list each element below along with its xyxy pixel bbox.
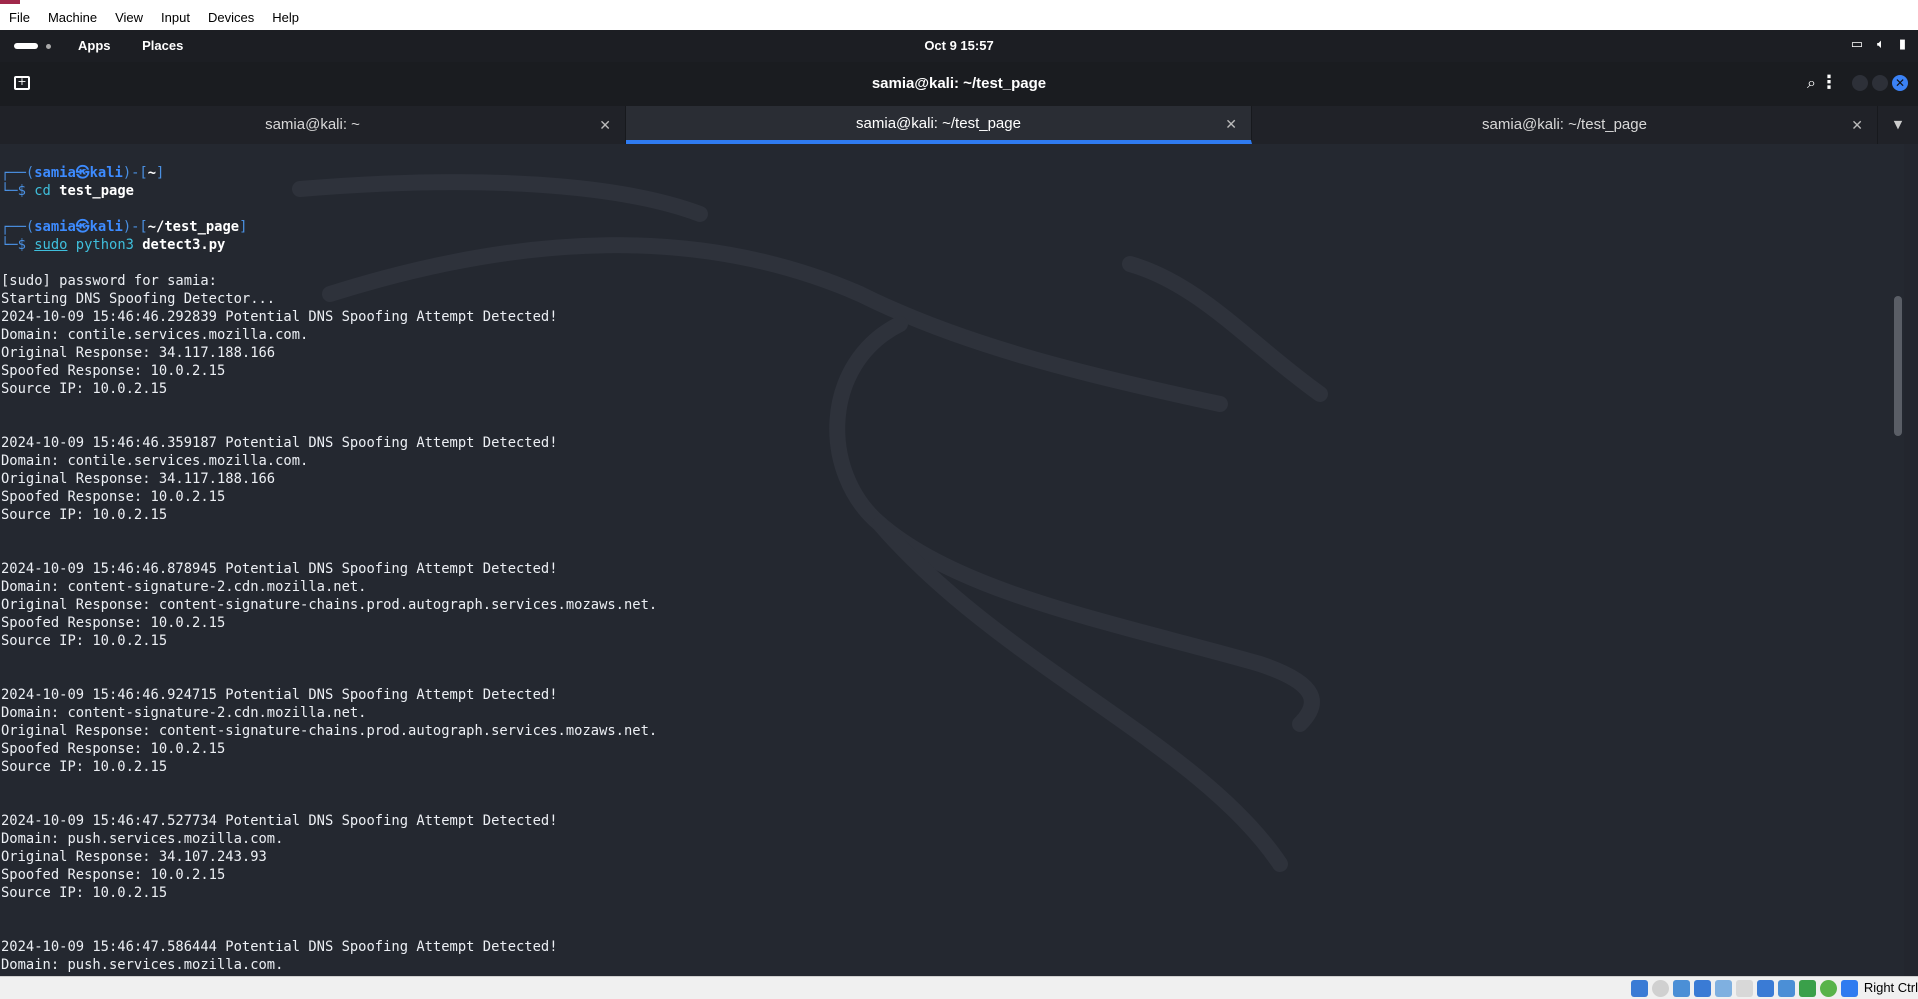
output-line: Source IP: 10.0.2.15	[1, 885, 168, 901]
display-icon[interactable]	[1736, 980, 1753, 997]
output-line: 2024-10-09 15:46:46.924715 Potential DNS…	[1, 687, 558, 703]
tab-list-dropdown-icon[interactable]: ▼	[1878, 106, 1918, 144]
volume-icon[interactable]: 🔈︎	[1877, 37, 1885, 52]
output-line: Domain: push.services.mozilla.com.	[1, 831, 284, 847]
output-line: Spoofed Response: 10.0.2.15	[1, 489, 226, 505]
output-line: Starting DNS Spoofing Detector...	[1, 291, 276, 307]
output-line: Original Response: content-signature-cha…	[1, 597, 658, 613]
output-line: Original Response: 34.107.243.93	[1, 849, 267, 865]
shared-folder-icon[interactable]	[1715, 980, 1732, 997]
tab-home[interactable]: samia@kali: ~ ✕	[0, 106, 626, 144]
tab-bar: samia@kali: ~ ✕ samia@kali: ~/test_page …	[0, 106, 1918, 144]
prompt-line-1: ┌──(samia㉿kali)-[~]	[1, 165, 165, 181]
command-line-2: └─$ sudo python3 detect3.py	[1, 237, 226, 253]
clock[interactable]: Oct 9 15:57	[0, 38, 1918, 53]
tab-label: samia@kali: ~/test_page	[856, 115, 1021, 132]
tab-test-page[interactable]: samia@kali: ~/test_page ✕	[1252, 106, 1878, 144]
vbox-menubar: File Machine View Input Devices Help	[0, 0, 1918, 30]
window-title: samia@kali: ~/test_page	[871, 75, 1047, 92]
output-line: Domain: content-signature-2.cdn.mozilla.…	[1, 579, 367, 595]
keyboard-capture-icon[interactable]	[1841, 980, 1858, 997]
tab-test-page-active[interactable]: samia@kali: ~/test_page ✕	[626, 106, 1252, 144]
tab-label: samia@kali: ~	[265, 116, 360, 133]
output-line: 2024-10-09 15:46:46.359187 Potential DNS…	[1, 435, 558, 451]
close-button[interactable]: ✕	[1892, 75, 1908, 91]
screen-icon[interactable]: ▭	[1851, 37, 1863, 52]
output-line: Spoofed Response: 10.0.2.15	[1, 615, 226, 631]
command-line-1: └─$ cd test_page	[1, 183, 134, 199]
output-line: Original Response: 34.117.188.166	[1, 345, 276, 361]
globe-icon[interactable]	[1820, 980, 1837, 997]
battery-icon[interactable]: ▮	[1899, 37, 1906, 52]
terminal-output[interactable]: ┌──(samia㉿kali)-[~] └─$ cd test_page ┌──…	[0, 144, 1904, 976]
output-line: Domain: contile.services.mozilla.com.	[1, 453, 309, 469]
mouse-integration-icon[interactable]	[1799, 980, 1816, 997]
tab-close-icon[interactable]: ✕	[1225, 106, 1237, 142]
output-line: 2024-10-09 15:46:46.878945 Potential DNS…	[1, 561, 558, 577]
output-line: Spoofed Response: 10.0.2.15	[1, 741, 226, 757]
menu-help[interactable]: Help	[263, 10, 308, 25]
menu-machine[interactable]: Machine	[39, 10, 106, 25]
output-line: Spoofed Response: 10.0.2.15	[1, 363, 226, 379]
search-icon[interactable]: ⌕	[1807, 73, 1816, 93]
output-line: Original Response: 34.117.188.166	[1, 471, 276, 487]
vbox-status-bar: Right Ctrl	[0, 976, 1918, 999]
maximize-button[interactable]	[1872, 75, 1888, 91]
output-line: 2024-10-09 15:46:46.292839 Potential DNS…	[1, 309, 558, 325]
recording-icon[interactable]	[1757, 980, 1774, 997]
menu-file[interactable]: File	[0, 10, 39, 25]
output-line: Domain: push.services.mozilla.com.	[1, 957, 284, 973]
scrollbar[interactable]	[1894, 296, 1902, 436]
tab-close-icon[interactable]: ✕	[599, 106, 611, 144]
menu-view[interactable]: View	[106, 10, 152, 25]
output-line: 2024-10-09 15:46:47.527734 Potential DNS…	[1, 813, 558, 829]
network-icon[interactable]	[1673, 980, 1690, 997]
prompt-line-2: ┌──(samia㉿kali)-[~/test_page]	[1, 219, 248, 235]
minimize-button[interactable]	[1852, 75, 1868, 91]
terminal-header: + samia@kali: ~/test_page ⌕ ⋮ ✕	[0, 62, 1918, 106]
host-key-label: Right Ctrl	[1863, 980, 1918, 995]
kebab-menu-icon[interactable]: ⋮	[1820, 72, 1838, 93]
vbox-logo-icon	[0, 0, 20, 4]
menu-devices[interactable]: Devices	[199, 10, 263, 25]
output-line: Domain: content-signature-2.cdn.mozilla.…	[1, 705, 367, 721]
output-line: Domain: contile.services.mozilla.com.	[1, 327, 309, 343]
program-output: [sudo] password for samia: Starting DNS S…	[1, 272, 657, 976]
optical-drive-icon[interactable]	[1631, 980, 1648, 997]
usb-icon[interactable]	[1694, 980, 1711, 997]
output-line: [sudo] password for samia:	[1, 273, 217, 289]
output-line: 2024-10-09 15:46:47.586444 Potential DNS…	[1, 939, 558, 955]
output-line: Source IP: 10.0.2.15	[1, 381, 168, 397]
desktop-top-bar: Apps Places Oct 9 15:57 ▭ 🔈︎ ▮	[0, 30, 1918, 62]
menu-input[interactable]: Input	[152, 10, 199, 25]
tab-close-icon[interactable]: ✕	[1851, 106, 1863, 144]
cpu-icon[interactable]	[1778, 980, 1795, 997]
output-line: Source IP: 10.0.2.15	[1, 633, 168, 649]
audio-icon[interactable]	[1652, 980, 1669, 997]
tab-label: samia@kali: ~/test_page	[1482, 116, 1647, 133]
output-line: Source IP: 10.0.2.15	[1, 759, 168, 775]
output-line: Source IP: 10.0.2.15	[1, 507, 168, 523]
output-line: Original Response: content-signature-cha…	[1, 723, 658, 739]
output-line: Spoofed Response: 10.0.2.15	[1, 867, 226, 883]
